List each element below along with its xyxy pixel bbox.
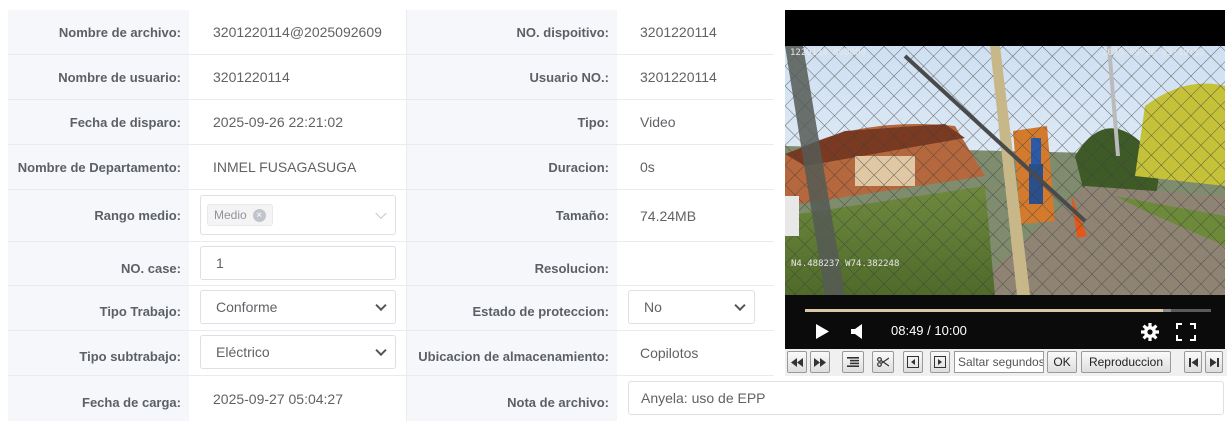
row-case: NO. case: 1 Resolucion: [8,242,774,286]
row-trigger-date: Fecha de disparo: 2025-09-26 22:21:02 Ti… [8,100,774,145]
next-frame-icon[interactable] [930,351,950,373]
buffered-bar [1163,309,1172,312]
device-no-label: NO. dispoitivo: [406,10,617,54]
user-name-label: Nombre de usuario: [8,55,189,99]
upload-date-label: Fecha de carga: [8,376,189,421]
resolution-label: Resolucion: [406,242,617,285]
department-value: INMEL FUSAGASUGA [213,159,357,175]
video-frame [785,46,1225,295]
play-icon[interactable] [816,324,829,339]
fullscreen-icon[interactable] [1176,323,1196,341]
chevron-down-icon [375,344,387,357]
upload-date-value: 2025-09-27 05:04:27 [213,390,343,407]
file-name-value: 3201220114@2025092609 [213,24,382,40]
tag-close-icon[interactable]: × [252,208,266,222]
prev-frame-icon[interactable] [903,351,923,373]
work-type-select[interactable]: Conforme [200,290,396,324]
scissors-icon[interactable] [872,351,894,373]
video-player[interactable]: 1220114_000000 2025-09-26 09:19:52 N4.48… [785,10,1225,295]
file-note-label: Nota de archivo: [406,376,617,421]
overlay-gps: N4.488237 W74.382248 [791,259,900,269]
size-label: Tamaño: [406,190,617,241]
skip-end-icon[interactable] [1205,351,1223,373]
range-tag: Medio × [207,204,273,226]
video-controls: 08:49 / 10:00 [785,295,1225,349]
chevron-down-icon [734,299,746,312]
row-file-name: Nombre de archivo: 3201220114@2025092609… [8,10,774,55]
duration-value: 0s [640,159,655,175]
department-label: Nombre de Departamento: [8,145,189,189]
range-tag-label: Medio [214,208,247,222]
user-no-label: Usuario NO.: [406,55,617,99]
protection-status-select[interactable]: No [628,290,755,324]
subwork-type-select[interactable]: Eléctrico [200,335,396,369]
seek-seconds-input[interactable]: Saltar segundos [954,351,1044,373]
type-label: Tipo: [406,100,617,144]
trigger-date-value: 2025-09-26 22:21:02 [213,114,343,130]
user-name-value: 3201220114 [213,69,290,85]
range-label: Rango medio: [8,190,189,241]
fast-forward-icon[interactable] [810,351,830,373]
chevron-down-icon [375,207,387,220]
row-subwork-type: Tipo subtrabajo: Eléctrico Ubicacion de … [8,331,774,376]
row-range: Rango medio: Medio × Tamaño: 74.24MB [8,190,774,242]
progress-fill [805,309,1164,312]
overlay-file-id: 1220114_000000 [790,48,866,58]
row-user-name: Nombre de usuario: 3201220114 Usuario NO… [8,55,774,100]
protection-status-label: Estado de proteccion: [406,286,617,330]
type-value: Video [640,114,676,130]
file-note-input[interactable]: Anyela: uso de EPP [628,381,1224,415]
storage-location-label: Ubicacion de almacenamiento: [406,331,617,375]
range-select[interactable]: Medio × [200,195,396,235]
ok-button[interactable]: OK [1047,351,1077,373]
time-display: 08:49 / 10:00 [891,323,967,338]
row-work-type: Tipo Trabajo: Conforme Estado de protecc… [8,286,774,331]
settings-gear-icon[interactable] [1140,322,1160,342]
duration-label: Duracion: [406,145,617,189]
playback-button[interactable]: Reproduccion [1081,351,1171,373]
skip-start-icon[interactable] [1184,351,1202,373]
device-no-value: 3201220114 [640,24,717,40]
playback-toolbar: Saltar segundos OK Reproduccion [785,349,1227,376]
subwork-type-label: Tipo subtrabajo: [8,331,189,375]
list-icon[interactable] [842,351,864,373]
work-type-selected: Conforme [216,299,278,315]
protection-status-selected: No [644,299,662,315]
file-name-label: Nombre de archivo: [8,10,189,54]
work-type-label: Tipo Trabajo: [8,286,189,330]
size-value: 74.24MB [640,207,697,224]
row-department: Nombre de Departamento: INMEL FUSAGASUGA… [8,145,774,190]
case-label: NO. case: [8,242,189,285]
case-input[interactable]: 1 [200,246,396,280]
storage-location-value: Copilotos [640,345,699,361]
chevron-down-icon [375,299,387,312]
subwork-type-selected: Eléctrico [216,344,270,360]
resolution-value [628,242,774,285]
file-details-form: Nombre de archivo: 3201220114@2025092609… [8,10,774,421]
progress-bar[interactable] [805,309,1211,312]
trigger-date-label: Fecha de disparo: [8,100,189,144]
volume-icon[interactable] [851,324,864,339]
rewind-icon[interactable] [787,351,807,373]
user-no-value: 3201220114 [640,69,717,85]
overlay-timestamp: 2025-09-26 09:19:52 [1102,48,1205,58]
